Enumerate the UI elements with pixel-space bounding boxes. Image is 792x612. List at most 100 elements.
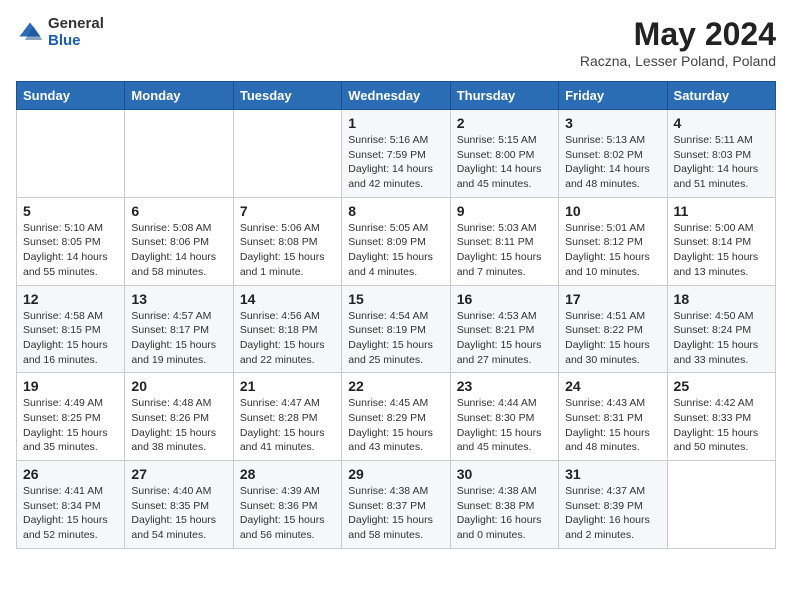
day-cell: 9 Sunrise: 5:03 AM Sunset: 8:11 PM Daylig…: [450, 197, 558, 285]
day-cell: 16Sunrise: 4:53 AM Sunset: 8:21 PM Dayli…: [450, 285, 558, 373]
day-info: Sunrise: 4:41 AM Sunset: 8:34 PM Dayligh…: [23, 484, 118, 543]
day-number: 6: [131, 203, 226, 219]
day-cell: 29 Sunrise: 4:38 AM Sunset: 8:37 PM Dayli…: [342, 461, 450, 549]
header-cell-friday: Friday: [559, 82, 667, 110]
day-number: 17: [565, 291, 660, 307]
day-cell: 27 Sunrise: 4:40 AM Sunset: 8:35 PM Dayli…: [125, 461, 233, 549]
day-cell: 10 Sunrise: 5:01 AM Sunset: 8:12 PM Dayli…: [559, 197, 667, 285]
day-cell: 31 Sunrise: 4:37 AM Sunset: 8:39 PM Dayli…: [559, 461, 667, 549]
day-info: Sunrise: 5:08 AM Sunset: 8:06 PM Dayligh…: [131, 221, 226, 280]
day-number: 9: [457, 203, 552, 219]
header-cell-thursday: Thursday: [450, 82, 558, 110]
day-info: Sunrise: 4:48 AM Sunset: 8:26 PM Dayligh…: [131, 396, 226, 455]
calendar-header: SundayMondayTuesdayWednesdayThursdayFrid…: [17, 82, 776, 110]
day-info: Sunrise: 5:13 AM Sunset: 8:02 PM Dayligh…: [565, 133, 660, 192]
day-cell: 1Sunrise: 5:16 AM Sunset: 7:59 PM Daylig…: [342, 110, 450, 198]
header-row: SundayMondayTuesdayWednesdayThursdayFrid…: [17, 82, 776, 110]
day-cell: [125, 110, 233, 198]
header-cell-sunday: Sunday: [17, 82, 125, 110]
day-info: Sunrise: 5:03 AM Sunset: 8:11 PM Dayligh…: [457, 221, 552, 280]
day-number: 7: [240, 203, 335, 219]
day-number: 18: [674, 291, 769, 307]
day-cell: 28 Sunrise: 4:39 AM Sunset: 8:36 PM Dayli…: [233, 461, 341, 549]
day-number: 26: [23, 466, 118, 482]
day-number: 4: [674, 115, 769, 131]
logo-icon: [16, 19, 44, 47]
day-number: 29: [348, 466, 443, 482]
main-title: May 2024: [580, 16, 776, 53]
day-cell: 20 Sunrise: 4:48 AM Sunset: 8:26 PM Dayli…: [125, 373, 233, 461]
day-info: Sunrise: 4:45 AM Sunset: 8:29 PM Dayligh…: [348, 396, 443, 455]
calendar-table: SundayMondayTuesdayWednesdayThursdayFrid…: [16, 81, 776, 549]
logo-blue: Blue: [48, 33, 104, 50]
day-cell: 25Sunrise: 4:42 AM Sunset: 8:33 PM Dayli…: [667, 373, 775, 461]
week-row-3: 12Sunrise: 4:58 AM Sunset: 8:15 PM Dayli…: [17, 285, 776, 373]
header-cell-wednesday: Wednesday: [342, 82, 450, 110]
day-number: 21: [240, 378, 335, 394]
day-cell: 24Sunrise: 4:43 AM Sunset: 8:31 PM Dayli…: [559, 373, 667, 461]
subtitle: Raczna, Lesser Poland, Poland: [580, 53, 776, 69]
day-number: 20: [131, 378, 226, 394]
day-info: Sunrise: 5:05 AM Sunset: 8:09 PM Dayligh…: [348, 221, 443, 280]
header-cell-monday: Monday: [125, 82, 233, 110]
header-cell-saturday: Saturday: [667, 82, 775, 110]
day-cell: 11Sunrise: 5:00 AM Sunset: 8:14 PM Dayli…: [667, 197, 775, 285]
week-row-2: 5 Sunrise: 5:10 AM Sunset: 8:05 PM Daylig…: [17, 197, 776, 285]
day-number: 5: [23, 203, 118, 219]
day-info: Sunrise: 4:56 AM Sunset: 8:18 PM Dayligh…: [240, 309, 335, 368]
day-number: 25: [674, 378, 769, 394]
header-cell-tuesday: Tuesday: [233, 82, 341, 110]
day-cell: 22 Sunrise: 4:45 AM Sunset: 8:29 PM Dayli…: [342, 373, 450, 461]
day-number: 10: [565, 203, 660, 219]
day-info: Sunrise: 4:54 AM Sunset: 8:19 PM Dayligh…: [348, 309, 443, 368]
logo-general: General: [48, 16, 104, 33]
day-number: 16: [457, 291, 552, 307]
day-info: Sunrise: 5:16 AM Sunset: 7:59 PM Dayligh…: [348, 133, 443, 192]
title-block: May 2024 Raczna, Lesser Poland, Poland: [580, 16, 776, 69]
day-info: Sunrise: 4:38 AM Sunset: 8:37 PM Dayligh…: [348, 484, 443, 543]
day-cell: 21 Sunrise: 4:47 AM Sunset: 8:28 PM Dayli…: [233, 373, 341, 461]
day-cell: 12Sunrise: 4:58 AM Sunset: 8:15 PM Dayli…: [17, 285, 125, 373]
day-cell: 14 Sunrise: 4:56 AM Sunset: 8:18 PM Dayli…: [233, 285, 341, 373]
day-info: Sunrise: 4:58 AM Sunset: 8:15 PM Dayligh…: [23, 309, 118, 368]
day-info: Sunrise: 5:15 AM Sunset: 8:00 PM Dayligh…: [457, 133, 552, 192]
day-cell: 18Sunrise: 4:50 AM Sunset: 8:24 PM Dayli…: [667, 285, 775, 373]
day-info: Sunrise: 4:57 AM Sunset: 8:17 PM Dayligh…: [131, 309, 226, 368]
week-row-4: 19Sunrise: 4:49 AM Sunset: 8:25 PM Dayli…: [17, 373, 776, 461]
day-number: 31: [565, 466, 660, 482]
day-cell: 23Sunrise: 4:44 AM Sunset: 8:30 PM Dayli…: [450, 373, 558, 461]
day-info: Sunrise: 4:40 AM Sunset: 8:35 PM Dayligh…: [131, 484, 226, 543]
day-info: Sunrise: 5:11 AM Sunset: 8:03 PM Dayligh…: [674, 133, 769, 192]
day-number: 15: [348, 291, 443, 307]
day-number: 22: [348, 378, 443, 394]
day-number: 23: [457, 378, 552, 394]
page-header: General Blue May 2024 Raczna, Lesser Pol…: [16, 16, 776, 69]
day-cell: 17 Sunrise: 4:51 AM Sunset: 8:22 PM Dayli…: [559, 285, 667, 373]
day-cell: 30Sunrise: 4:38 AM Sunset: 8:38 PM Dayli…: [450, 461, 558, 549]
day-info: Sunrise: 5:01 AM Sunset: 8:12 PM Dayligh…: [565, 221, 660, 280]
day-info: Sunrise: 5:10 AM Sunset: 8:05 PM Dayligh…: [23, 221, 118, 280]
logo-text: General Blue: [48, 16, 104, 49]
day-cell: 5 Sunrise: 5:10 AM Sunset: 8:05 PM Daylig…: [17, 197, 125, 285]
day-info: Sunrise: 4:39 AM Sunset: 8:36 PM Dayligh…: [240, 484, 335, 543]
day-cell: 4 Sunrise: 5:11 AM Sunset: 8:03 PM Daylig…: [667, 110, 775, 198]
day-cell: 13Sunrise: 4:57 AM Sunset: 8:17 PM Dayli…: [125, 285, 233, 373]
day-cell: [667, 461, 775, 549]
day-number: 28: [240, 466, 335, 482]
day-cell: 19Sunrise: 4:49 AM Sunset: 8:25 PM Dayli…: [17, 373, 125, 461]
day-cell: [233, 110, 341, 198]
day-cell: 7 Sunrise: 5:06 AM Sunset: 8:08 PM Daylig…: [233, 197, 341, 285]
day-number: 27: [131, 466, 226, 482]
day-number: 3: [565, 115, 660, 131]
day-cell: 6 Sunrise: 5:08 AM Sunset: 8:06 PM Daylig…: [125, 197, 233, 285]
day-info: Sunrise: 4:37 AM Sunset: 8:39 PM Dayligh…: [565, 484, 660, 543]
day-number: 24: [565, 378, 660, 394]
calendar-body: 1Sunrise: 5:16 AM Sunset: 7:59 PM Daylig…: [17, 110, 776, 549]
day-info: Sunrise: 5:06 AM Sunset: 8:08 PM Dayligh…: [240, 221, 335, 280]
day-info: Sunrise: 4:51 AM Sunset: 8:22 PM Dayligh…: [565, 309, 660, 368]
day-number: 14: [240, 291, 335, 307]
day-info: Sunrise: 4:47 AM Sunset: 8:28 PM Dayligh…: [240, 396, 335, 455]
day-number: 19: [23, 378, 118, 394]
day-cell: 26 Sunrise: 4:41 AM Sunset: 8:34 PM Dayli…: [17, 461, 125, 549]
day-cell: 15 Sunrise: 4:54 AM Sunset: 8:19 PM Dayli…: [342, 285, 450, 373]
